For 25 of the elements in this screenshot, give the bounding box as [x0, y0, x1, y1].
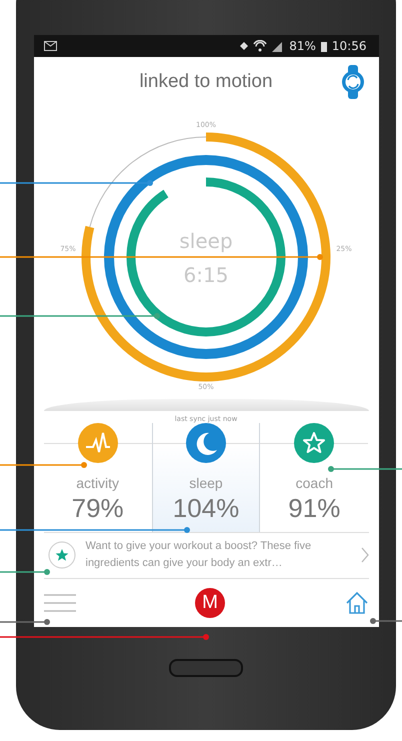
- mail-icon: [44, 41, 56, 51]
- tile-label: sleep: [189, 475, 223, 491]
- star-badge-icon: [48, 541, 76, 569]
- home-icon[interactable]: [344, 591, 368, 615]
- brand-logo[interactable]: M: [195, 588, 225, 618]
- signal-icons: [238, 40, 284, 52]
- home-button[interactable]: [169, 659, 243, 677]
- chevron-right-icon: [360, 547, 368, 563]
- watch-sync-icon[interactable]: [340, 65, 364, 99]
- tile-label: coach: [296, 475, 333, 491]
- tile-percent: 79%: [72, 493, 124, 524]
- leader-line: [0, 569, 50, 575]
- clock: 10:56: [332, 39, 366, 53]
- battery-percent: 81%: [289, 39, 316, 53]
- leader-line: [0, 619, 50, 625]
- app-title: linked to motion: [139, 71, 273, 93]
- coach-tip[interactable]: Want to give your workout a boost? These five ingredients can give your body an extr…: [44, 532, 368, 579]
- tile-percent: 104%: [172, 493, 240, 524]
- summary-tile[interactable]: sleep 104%: [152, 423, 260, 532]
- battery-icon: [320, 40, 327, 52]
- menu-icon[interactable]: [44, 594, 76, 612]
- tile-label: activity: [76, 475, 120, 491]
- tip-text: Want to give your workout a boost? These five ingredients can give your body an extr…: [86, 539, 312, 571]
- tile-percent: 91%: [288, 493, 340, 524]
- leader-line: [370, 618, 402, 624]
